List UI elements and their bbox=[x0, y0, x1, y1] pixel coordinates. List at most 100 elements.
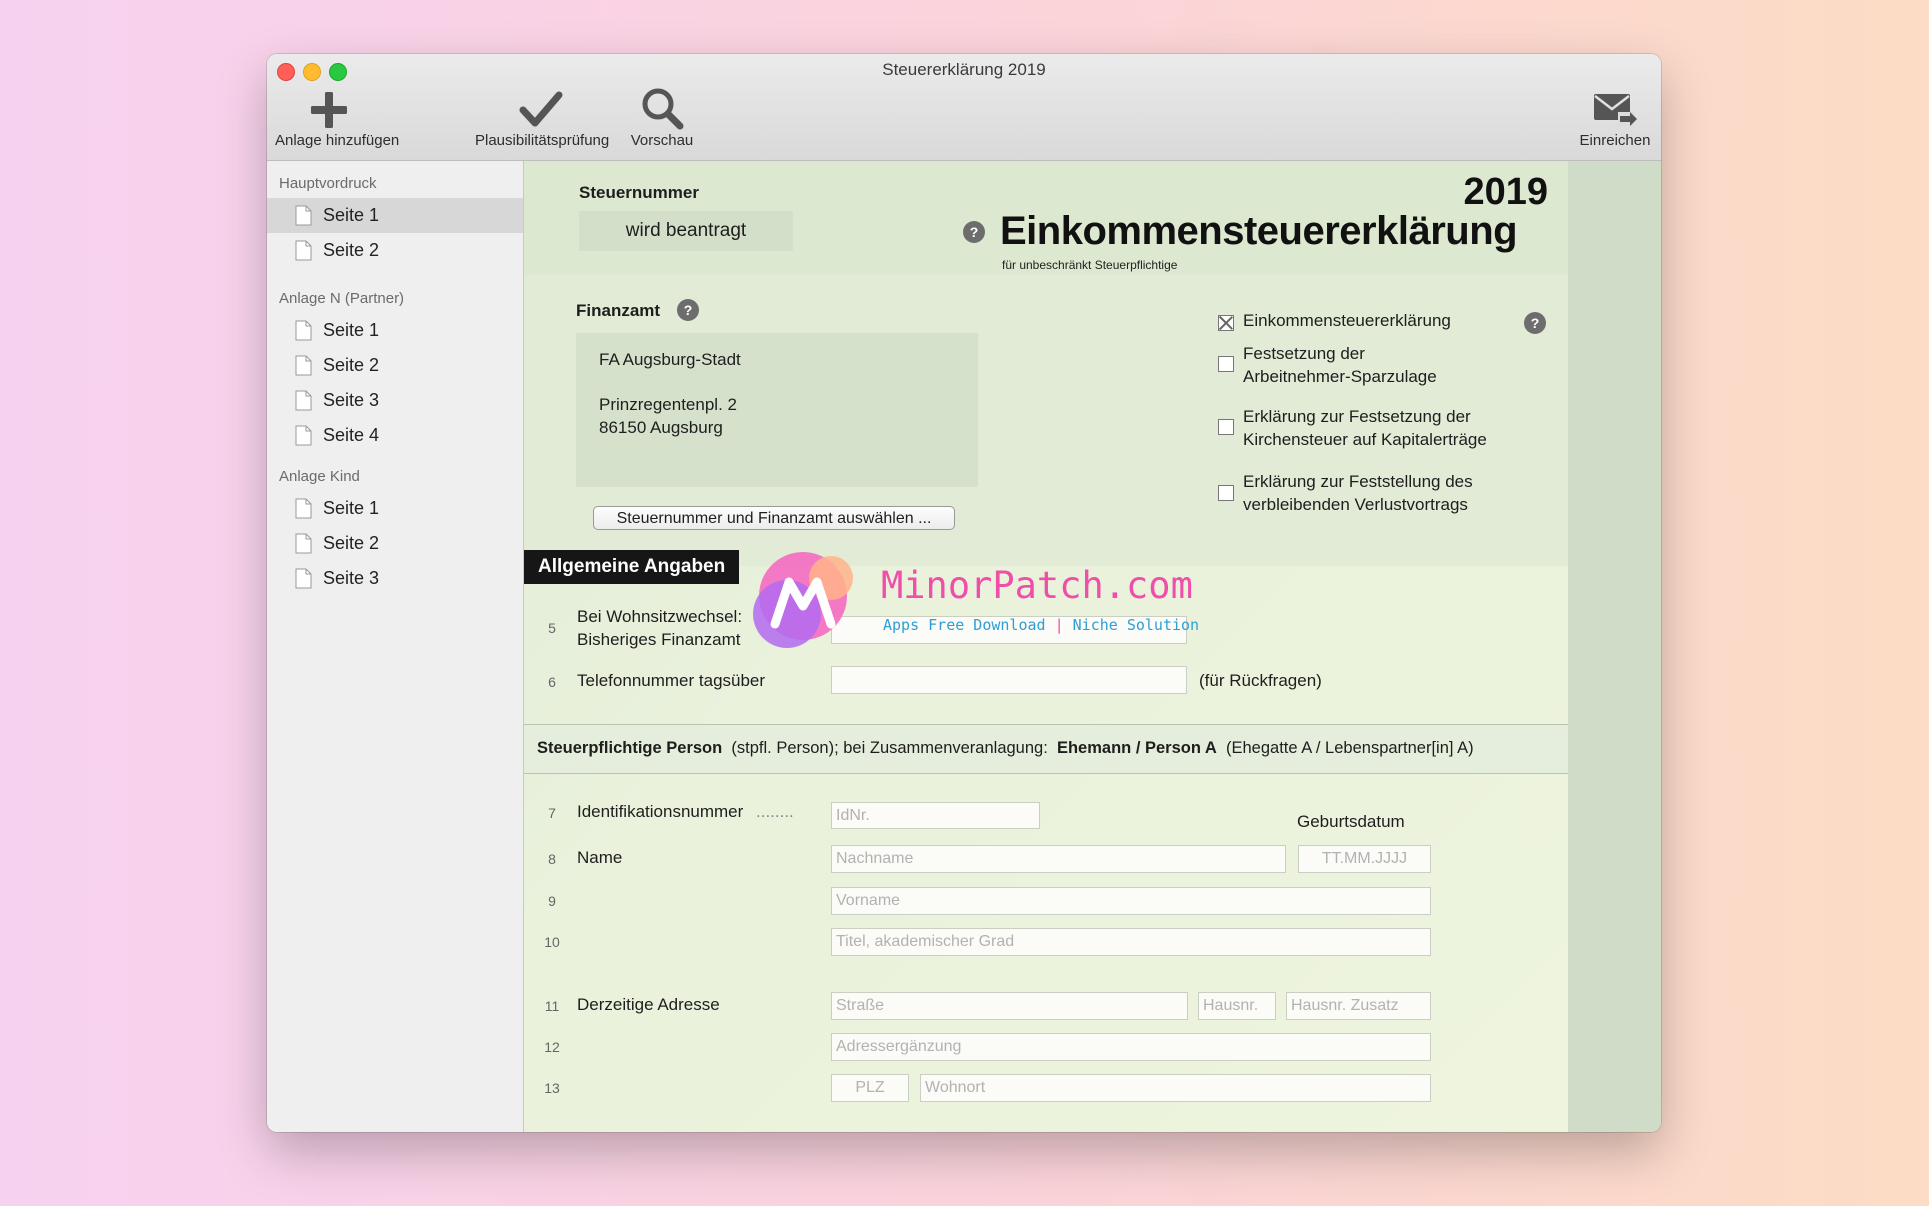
nachname-field[interactable]: Nachname bbox=[831, 845, 1286, 873]
sidebar-item-label: Seite 1 bbox=[323, 320, 380, 340]
declaration-label-3b: Kirchensteuer auf Kapitalerträge bbox=[1243, 430, 1487, 449]
finanzamt-street: Prinzregentenpl. 2 bbox=[599, 395, 737, 414]
checkbox-verlustvortrag[interactable] bbox=[1218, 485, 1234, 501]
sidebar-item-anlage-kind-seite-1[interactable]: Seite 1 bbox=[267, 491, 523, 526]
sidebar-item-hauptvordruck-seite-2[interactable]: Seite 2 bbox=[267, 233, 523, 268]
person-header: Steuerpflichtige Person (stpfl. Person);… bbox=[537, 739, 1474, 758]
send-mail-icon bbox=[1594, 94, 1637, 126]
finanzamt-help-icon[interactable]: ? bbox=[677, 299, 699, 321]
sidebar-group-hauptvordruck: Hauptvordruck bbox=[279, 175, 377, 192]
plz-field[interactable]: PLZ bbox=[831, 1074, 909, 1102]
form-area: Steuernummer wird beantragt ? 2019 Einko… bbox=[524, 161, 1661, 1132]
app-window: Steuererklärung 2019 Anlage hinzufügen P… bbox=[267, 54, 1661, 1132]
strasse-field[interactable]: Straße bbox=[831, 992, 1188, 1020]
document-icon bbox=[295, 498, 312, 519]
declaration-label-1: Einkommensteuererklärung bbox=[1243, 311, 1451, 330]
sidebar-item-anlage-n-seite-2[interactable]: Seite 2 bbox=[267, 348, 523, 383]
telefon-label: Telefonnummer tagsüber bbox=[577, 671, 766, 690]
document-icon bbox=[295, 205, 312, 226]
person-header-text1: (stpfl. Person); bei Zusammenveranlagung… bbox=[731, 739, 1048, 757]
checkbox-kirchensteuer[interactable] bbox=[1218, 419, 1234, 435]
plausibility-check-button[interactable]: Plausibilitätsprüfung bbox=[475, 84, 610, 149]
declaration-label-2b: Arbeitnehmer-Sparzulage bbox=[1243, 367, 1437, 386]
vorname-field[interactable]: Vorname bbox=[831, 887, 1431, 915]
sidebar-item-label: Seite 3 bbox=[323, 390, 380, 410]
document-icon bbox=[295, 533, 312, 554]
sidebar-item-label: Seite 2 bbox=[323, 533, 380, 553]
adresse-label: Derzeitige Adresse bbox=[577, 995, 720, 1014]
finanzamt-address-box: FA Augsburg-Stadt Prinzregentenpl. 2 861… bbox=[576, 333, 978, 487]
sidebar-group-anlage-kind: Anlage Kind bbox=[279, 468, 360, 485]
preview-label: Vorschau bbox=[630, 132, 694, 149]
row-number: 5 bbox=[548, 620, 556, 636]
document-icon bbox=[295, 568, 312, 589]
checkbox-arbeitnehmer-sparzulage[interactable] bbox=[1218, 356, 1234, 372]
telefon-field[interactable] bbox=[831, 666, 1187, 694]
add-attachment-button[interactable]: Anlage hinzufügen bbox=[275, 84, 400, 149]
form-title: Einkommensteuererklärung bbox=[1000, 209, 1518, 253]
submit-label: Einreichen bbox=[1579, 132, 1651, 149]
steuernummer-help-icon[interactable]: ? bbox=[963, 221, 985, 243]
sidebar-item-anlage-kind-seite-2[interactable]: Seite 2 bbox=[267, 526, 523, 561]
person-header-bold1: Steuerpflichtige Person bbox=[537, 739, 723, 757]
document-icon bbox=[295, 355, 312, 376]
hausnr-field[interactable]: Hausnr. bbox=[1198, 992, 1276, 1020]
person-header-text2: (Ehegatte A / Lebenspartner[in] A) bbox=[1225, 739, 1474, 757]
plus-icon bbox=[311, 92, 347, 128]
finanzamt-label: Finanzamt bbox=[576, 301, 661, 320]
select-finanzamt-button[interactable]: Steuernummer und Finanzamt auswählen ... bbox=[593, 506, 955, 530]
finanzamt-city: 86150 Augsburg bbox=[599, 418, 723, 437]
sidebar-item-anlage-n-seite-4[interactable]: Seite 4 bbox=[267, 418, 523, 453]
idnr-field[interactable]: IdNr. bbox=[831, 802, 1040, 829]
document-icon bbox=[295, 320, 312, 341]
declaration-label-3a: Erklärung zur Festsetzung der bbox=[1243, 407, 1471, 426]
hausnr-zusatz-field[interactable]: Hausnr. Zusatz bbox=[1286, 992, 1431, 1020]
idnr-label: Identifikationsnummer bbox=[577, 802, 744, 821]
window-title: Steuererklärung 2019 bbox=[882, 60, 1046, 79]
person-header-band: Steuerpflichtige Person (stpfl. Person);… bbox=[524, 725, 1568, 773]
row-number: 11 bbox=[544, 998, 560, 1014]
sidebar-item-label: Seite 2 bbox=[323, 240, 380, 260]
section-divider bbox=[524, 773, 1568, 774]
sidebar-group-anlage-n: Anlage N (Partner) bbox=[279, 290, 405, 307]
document-icon bbox=[295, 390, 312, 411]
steuernummer-label: Steuernummer bbox=[579, 183, 699, 202]
geburtsdatum-label: Geburtsdatum bbox=[1297, 812, 1405, 831]
declaration-label-2a: Festsetzung der bbox=[1243, 344, 1365, 363]
preview-button[interactable]: Vorschau bbox=[627, 84, 697, 149]
geburtsdatum-field[interactable]: TT.MM.JJJJ bbox=[1298, 845, 1431, 873]
sidebar-item-label: Seite 3 bbox=[323, 568, 380, 588]
titlebar: Steuererklärung 2019 Anlage hinzufügen P… bbox=[267, 54, 1661, 161]
declarations-help-icon[interactable]: ? bbox=[1524, 312, 1546, 334]
form-subtitle: für unbeschränkt Steuerpflichtige bbox=[1002, 258, 1178, 272]
declaration-label-4a: Erklärung zur Feststellung des bbox=[1243, 472, 1473, 491]
previous-finanzamt-label-1: Bei Wohnsitzwechsel: bbox=[577, 607, 743, 626]
plausibility-check-label: Plausibilitätsprüfung bbox=[475, 132, 610, 149]
submit-button[interactable]: Einreichen bbox=[1575, 84, 1655, 149]
sidebar-item-label: Seite 1 bbox=[323, 205, 380, 225]
person-header-bold2: Ehemann / Person A bbox=[1056, 739, 1217, 757]
sidebar-item-anlage-n-seite-3[interactable]: Seite 3 bbox=[267, 383, 523, 418]
row-number: 8 bbox=[548, 851, 556, 867]
checkbox-einkommensteuererklaerung[interactable] bbox=[1218, 315, 1234, 331]
steuernummer-field[interactable]: wird beantragt bbox=[579, 211, 793, 251]
adressergaenzung-field[interactable]: Adressergänzung bbox=[831, 1033, 1431, 1061]
document-icon bbox=[295, 240, 312, 261]
sidebar-item-label: Seite 4 bbox=[323, 425, 380, 445]
telefon-note: (für Rückfragen) bbox=[1199, 671, 1322, 690]
row-number: 13 bbox=[544, 1080, 560, 1096]
row-number: 12 bbox=[544, 1039, 560, 1055]
sidebar-item-anlage-n-seite-1[interactable]: Seite 1 bbox=[267, 313, 523, 348]
row-number: 10 bbox=[544, 934, 560, 950]
titel-field[interactable]: Titel, akademischer Grad bbox=[831, 928, 1431, 956]
sidebar-item-label: Seite 1 bbox=[323, 498, 380, 518]
sidebar-item-hauptvordruck-seite-1[interactable]: Seite 1 bbox=[267, 198, 523, 233]
sidebar: Hauptvordruck Seite 1 Seite 2 Anlage N (… bbox=[267, 161, 524, 1132]
previous-finanzamt-field[interactable] bbox=[831, 616, 1187, 644]
allgemeine-angaben-heading: Allgemeine Angaben bbox=[524, 550, 740, 584]
sidebar-item-anlage-kind-seite-3[interactable]: Seite 3 bbox=[267, 561, 523, 596]
finanzamt-section: Finanzamt ? FA Augsburg-Stadt Prinzregen… bbox=[524, 275, 1568, 566]
add-attachment-label: Anlage hinzufügen bbox=[275, 132, 400, 149]
wohnort-field[interactable]: Wohnort bbox=[920, 1074, 1431, 1102]
finanzamt-name: FA Augsburg-Stadt bbox=[599, 350, 741, 369]
